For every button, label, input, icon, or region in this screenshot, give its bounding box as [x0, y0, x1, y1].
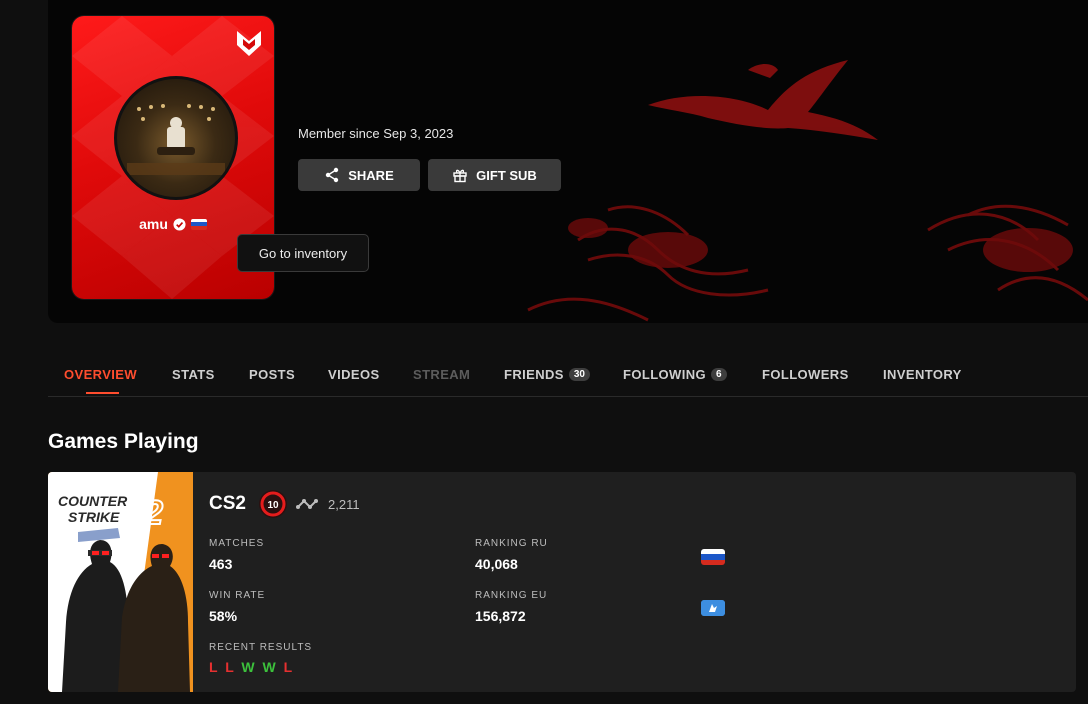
tab-friends[interactable]: FRIENDS 30	[504, 367, 590, 382]
gift-icon	[453, 169, 467, 183]
gift-sub-button[interactable]: GIFT SUB	[428, 159, 561, 191]
cover-title-line1: COUNTER	[58, 493, 128, 509]
russia-flag-icon	[190, 218, 207, 230]
ranking-ru-label: RANKING RU	[475, 538, 548, 549]
game-name: CS2	[209, 493, 246, 514]
following-count-badge: 6	[711, 368, 727, 381]
tab-overview[interactable]: OVERVIEW	[64, 367, 137, 382]
cs2-cover-art: COUNTER STRIKE 2	[48, 472, 193, 692]
game-card-cs2[interactable]: COUNTER STRIKE 2 CS2 10 2,211 MATCHES 46…	[48, 472, 1076, 692]
russia-flag-icon	[701, 549, 725, 565]
team-logo-icon	[237, 31, 261, 56]
skill-level-badge: 10	[259, 490, 287, 518]
username-row: amu	[72, 216, 274, 232]
share-icon	[326, 167, 339, 183]
share-button[interactable]: SHARE	[298, 159, 420, 191]
winrate-label: WIN RATE	[209, 590, 266, 601]
tab-posts[interactable]: POSTS	[249, 367, 295, 382]
matches-label: MATCHES	[209, 538, 265, 549]
tab-stream[interactable]: STREAM	[413, 367, 470, 382]
ranking-eu-value: 156,872	[475, 608, 526, 624]
profile-tabs: OVERVIEW STATS POSTS VIDEOS STREAM FRIEN…	[48, 358, 1088, 397]
ranking-eu-label: RANKING EU	[475, 590, 548, 601]
matches-value: 463	[209, 556, 233, 572]
recent-results-label: RECENT RESULTS	[209, 642, 313, 653]
recent-results: L L W W L	[209, 659, 294, 675]
share-label: SHARE	[348, 167, 394, 183]
section-title: Games Playing	[48, 430, 199, 453]
tab-stats[interactable]: STATS	[172, 367, 215, 382]
cover-title-line2: STRIKE	[68, 509, 120, 525]
username[interactable]: amu	[139, 216, 168, 232]
skill-level-value: 10	[267, 500, 279, 511]
member-since: Member since Sep 3, 2023	[298, 126, 454, 141]
result-3: W	[241, 659, 257, 675]
avatar	[114, 76, 238, 200]
elo-value: 2,211	[328, 497, 360, 512]
avatar-image	[127, 104, 225, 175]
inventory-tooltip: Go to inventory	[237, 234, 369, 272]
tab-followers[interactable]: FOLLOWERS	[762, 367, 849, 382]
cover-title-number: 2	[143, 494, 163, 532]
result-1: L	[209, 659, 220, 675]
tab-inventory[interactable]: INVENTORY	[883, 367, 962, 382]
verified-icon	[173, 217, 186, 231]
friends-count-badge: 30	[568, 368, 590, 381]
europe-region-icon	[701, 600, 725, 616]
tab-following[interactable]: FOLLOWING 6	[623, 367, 727, 382]
result-5: L	[283, 659, 295, 675]
result-2: L	[225, 659, 236, 675]
result-4: W	[262, 659, 278, 675]
gift-sub-label: GIFT SUB	[476, 167, 537, 183]
winrate-value: 58%	[209, 608, 238, 624]
ranking-ru-value: 40,068	[475, 556, 518, 572]
active-tab-indicator	[86, 392, 119, 394]
tab-videos[interactable]: VIDEOS	[328, 367, 380, 382]
elo-icon	[296, 499, 318, 509]
